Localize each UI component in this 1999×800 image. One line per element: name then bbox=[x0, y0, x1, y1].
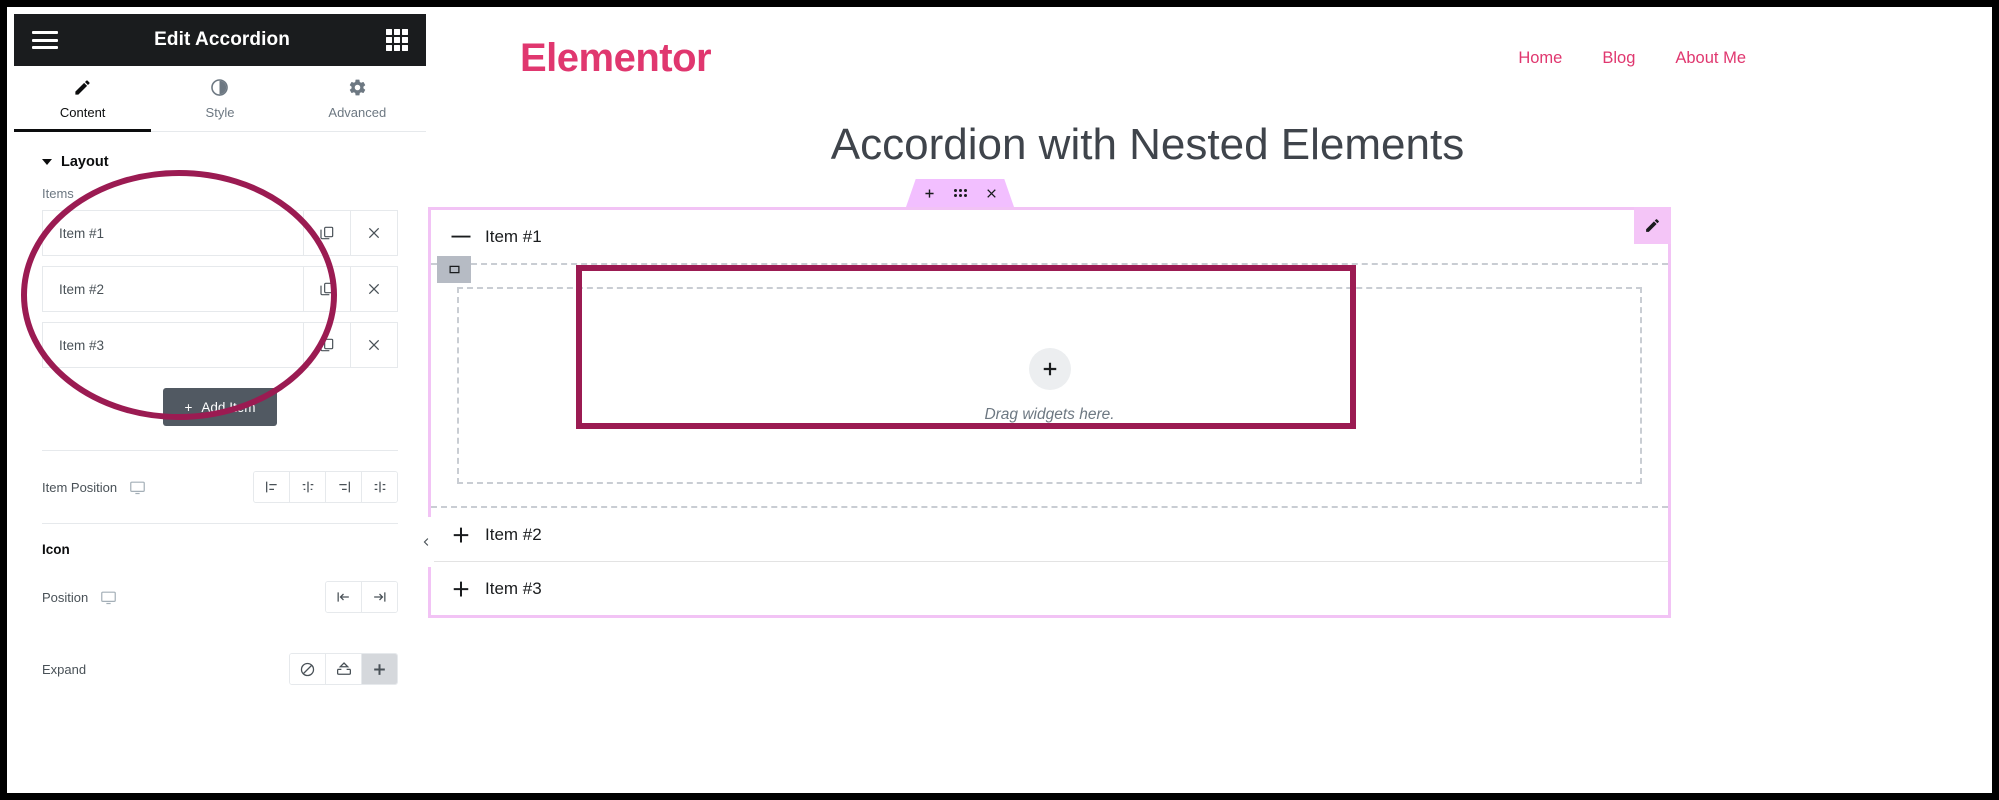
icon-position-end-option[interactable] bbox=[361, 582, 397, 612]
align-stretch-option[interactable] bbox=[361, 472, 397, 502]
layout-section-header[interactable]: Layout bbox=[14, 132, 426, 186]
repeater-row-label[interactable]: Item #2 bbox=[43, 267, 303, 311]
plus-icon: + bbox=[184, 399, 193, 415]
align-start-option[interactable] bbox=[254, 472, 289, 502]
desktop-icon[interactable] bbox=[100, 589, 117, 606]
hamburger-icon[interactable] bbox=[32, 31, 58, 49]
site-brand: Elementor bbox=[520, 35, 712, 80]
container-icon[interactable] bbox=[437, 256, 471, 283]
icon-position-choices bbox=[325, 581, 398, 613]
icon-position-label: Position bbox=[42, 589, 89, 605]
panel-header: Edit Accordion bbox=[14, 14, 426, 66]
accordion-item-title: Item #2 bbox=[485, 524, 542, 544]
nav-link-about-me[interactable]: About Me bbox=[1675, 49, 1746, 68]
align-end-option[interactable] bbox=[325, 472, 361, 502]
accordion-item-title: Item #1 bbox=[485, 226, 542, 246]
tab-content[interactable]: Content bbox=[14, 66, 152, 132]
chevron-down-icon bbox=[42, 159, 52, 165]
repeater-row[interactable]: Item #2 bbox=[42, 266, 398, 312]
accordion-item-header[interactable]: ＋ Item #3 bbox=[431, 562, 1668, 615]
accordion-item-panel: Drag widgets here. bbox=[431, 256, 1668, 508]
add-item-label: Add Item bbox=[201, 399, 256, 415]
elementor-editor-panel: Edit Accordion Content Style Advanced La… bbox=[14, 14, 426, 793]
icon-position-start-option[interactable] bbox=[326, 582, 361, 612]
items-repeater: Item #1 Item #2 Item #3 bbox=[14, 210, 426, 368]
icon-section-title: Icon bbox=[42, 542, 70, 557]
pencil-edit-icon[interactable] bbox=[1634, 207, 1671, 244]
site-header: Elementor Home Blog About Me bbox=[426, 14, 1992, 102]
pencil-icon bbox=[73, 78, 92, 98]
panel-title: Edit Accordion bbox=[154, 29, 290, 50]
icon-expand-control: Expand bbox=[14, 633, 426, 705]
item-position-label: Item Position bbox=[42, 479, 118, 495]
close-icon[interactable] bbox=[350, 323, 397, 367]
duplicate-icon[interactable] bbox=[303, 267, 350, 311]
add-item-button[interactable]: + Add Item bbox=[162, 388, 278, 426]
screenshot-root: Edit Accordion Content Style Advanced La… bbox=[0, 0, 1999, 800]
icon-position-control: Position bbox=[14, 561, 426, 633]
plus-icon[interactable] bbox=[923, 187, 936, 200]
items-label: Items bbox=[42, 186, 74, 201]
preview-canvas: Elementor Home Blog About Me Accordion w… bbox=[426, 14, 1992, 793]
site-nav: Home Blog About Me bbox=[1518, 49, 1921, 68]
plus-icon: ＋ bbox=[451, 580, 471, 601]
close-icon[interactable] bbox=[350, 211, 397, 255]
gear-icon bbox=[348, 78, 367, 98]
repeater-row[interactable]: Item #3 bbox=[42, 322, 398, 368]
tab-content-label: Content bbox=[59, 104, 106, 120]
inner-container: Drag widgets here. bbox=[457, 287, 1642, 484]
close-icon[interactable] bbox=[350, 267, 397, 311]
panel-tabs: Content Style Advanced bbox=[14, 66, 426, 132]
desktop-icon[interactable] bbox=[129, 479, 146, 496]
repeater-row[interactable]: Item #1 bbox=[42, 210, 398, 256]
repeater-row-label[interactable]: Item #1 bbox=[43, 211, 303, 255]
item-position-control: Item Position bbox=[14, 451, 426, 523]
expand-plus-option[interactable] bbox=[361, 654, 397, 684]
page-heading: Accordion with Nested Elements bbox=[830, 120, 1465, 169]
layout-section-title: Layout bbox=[61, 154, 109, 170]
icon-expand-choices bbox=[289, 653, 398, 685]
close-icon[interactable] bbox=[985, 187, 998, 200]
align-center-option[interactable] bbox=[289, 472, 325, 502]
widget-toolbar bbox=[906, 179, 1014, 207]
contrast-circle-icon bbox=[210, 78, 229, 98]
plus-icon[interactable] bbox=[1028, 347, 1071, 390]
tab-advanced-label: Advanced bbox=[328, 104, 387, 120]
accordion-item-header[interactable]: — Item #1 bbox=[431, 210, 1668, 263]
grid-apps-icon[interactable] bbox=[386, 29, 408, 51]
nav-link-blog[interactable]: Blog bbox=[1602, 49, 1635, 68]
tab-style[interactable]: Style bbox=[151, 66, 288, 131]
icon-expand-label: Expand bbox=[42, 661, 87, 677]
tab-style-label: Style bbox=[205, 104, 235, 120]
accordion-item-header[interactable]: ＋ Item #2 bbox=[431, 508, 1668, 561]
accordion-item-title: Item #3 bbox=[485, 578, 542, 598]
minus-icon: — bbox=[451, 225, 471, 247]
drag-handle-icon[interactable] bbox=[953, 189, 967, 197]
plus-icon: ＋ bbox=[451, 526, 471, 547]
panel-body: Layout Items Item #1 Item #2 Item #3 + A… bbox=[14, 132, 426, 705]
accordion-widget: — Item #1 Drag widgets here. ＋ Item #2 ＋… bbox=[428, 207, 1671, 618]
item-position-choices bbox=[253, 471, 398, 503]
panel-collapse-arrow[interactable] bbox=[419, 517, 434, 567]
duplicate-icon[interactable] bbox=[303, 323, 350, 367]
nav-link-home[interactable]: Home bbox=[1518, 49, 1562, 68]
duplicate-icon[interactable] bbox=[303, 211, 350, 255]
dropzone-text: Drag widgets here. bbox=[984, 405, 1115, 423]
expand-chevron-option[interactable] bbox=[325, 654, 361, 684]
expand-none-option[interactable] bbox=[290, 654, 325, 684]
widget-dropzone[interactable]: Drag widgets here. bbox=[481, 313, 1618, 458]
tab-advanced[interactable]: Advanced bbox=[289, 66, 426, 131]
repeater-row-label[interactable]: Item #3 bbox=[43, 323, 303, 367]
add-item-wrap: + Add Item bbox=[14, 378, 426, 450]
